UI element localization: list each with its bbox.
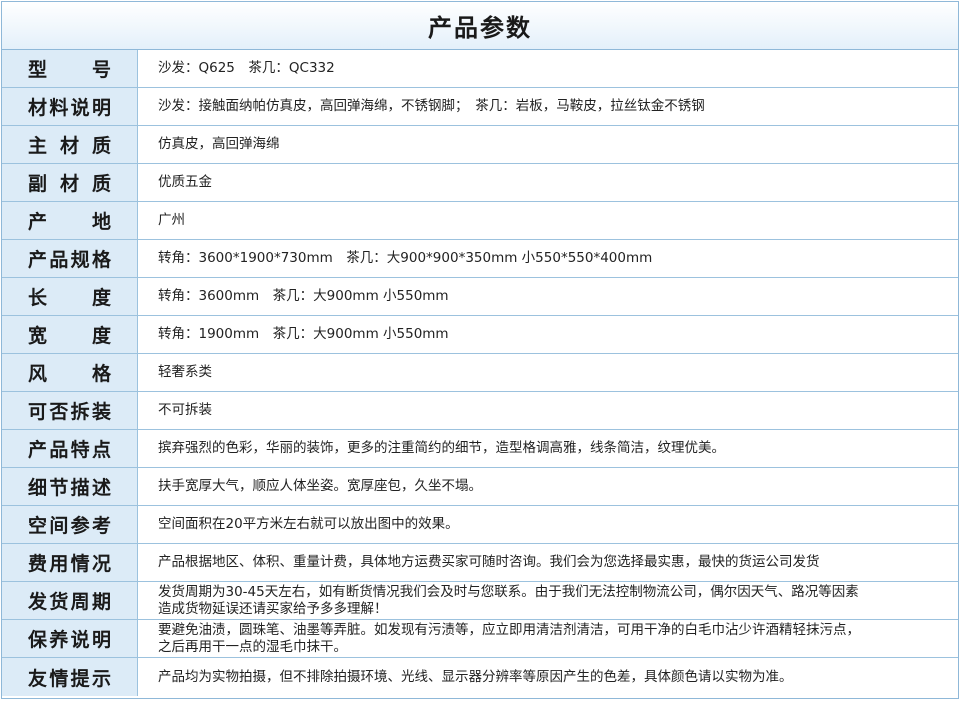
row-label: 细节描述 — [2, 468, 138, 505]
row-label-text: 友情提示 — [28, 667, 111, 690]
table-row: 产品规格 转角：3600*1900*730mm 茶几：大900*900*350mm… — [2, 240, 958, 278]
row-label-text: 费用情况 — [28, 553, 111, 575]
row-label: 型 号 — [2, 50, 138, 87]
row-value: 空间面积在20平方米左右就可以放出图中的效果。 — [158, 516, 459, 532]
table-row: 费用情况 产品根据地区、体积、重量计费，具体地方运费买家可随时咨询。我们会为您选择… — [2, 544, 958, 582]
row-label: 宽 度 — [2, 316, 138, 353]
row-value: 仿真皮，高回弹海绵 — [158, 136, 280, 152]
row-value: 广州 — [158, 212, 185, 228]
row-label-text: 保养说明 — [28, 629, 111, 651]
row-label: 主材质 — [2, 126, 138, 163]
row-value: 不可拆装 — [158, 402, 212, 418]
table-row: 发货周期 发货周期为30-45天左右，如有断货情况我们会及时与您联系。由于我们无法… — [2, 582, 958, 620]
row-label: 材料说明 — [2, 88, 138, 125]
row-label-text: 产品特点 — [28, 439, 111, 461]
table-row: 保养说明 要避免油渍，圆珠笔、油墨等弄脏。如发现有污渍等，应立即用清洁剂清洁，可用… — [2, 620, 958, 658]
table-row: 风 格 轻奢系类 — [2, 354, 958, 392]
row-value: 转角：1900mm 茶几：大900mm 小550mm — [158, 326, 449, 342]
table-row: 友情提示 产品均为实物拍摄，但不排除拍摄环境、光线、显示器分辨率等原因产生的色差，… — [2, 658, 958, 696]
table-row: 宽 度 转角：1900mm 茶几：大900mm 小550mm — [2, 316, 958, 354]
row-label: 长 度 — [2, 278, 138, 315]
row-label: 副材质 — [2, 164, 138, 201]
row-value: 沙发：Q625 茶几：QC332 — [158, 60, 335, 76]
table-row: 空间参考 空间面积在20平方米左右就可以放出图中的效果。 — [2, 506, 958, 544]
product-params-table: 产品参数 型 号 沙发：Q625 茶几：QC332 材料说明 沙发：接触面纳帕仿真皮，… — [1, 1, 959, 699]
row-label-text: 材料说明 — [28, 97, 111, 119]
table-row: 主材质 仿真皮，高回弹海绵 — [2, 126, 958, 164]
row-value: 优质五金 — [158, 174, 212, 190]
row-label-text: 可否拆装 — [28, 401, 111, 423]
row-value: 产品均为实物拍摄，但不排除拍摄环境、光线、显示器分辨率等原因产生的色差，具体颜色… — [158, 668, 793, 685]
row-value: 沙发：接触面纳帕仿真皮，高回弹海绵，不锈钢脚； 茶几：岩板，马鞍皮，拉丝钛金不锈… — [158, 98, 705, 114]
table-row: 可否拆装 不可拆装 — [2, 392, 958, 430]
row-label: 友情提示 — [2, 658, 138, 696]
table-row: 产 地 广州 — [2, 202, 958, 240]
table-row: 长 度 转角：3600mm 茶几：大900mm 小550mm — [2, 278, 958, 316]
row-label: 产品特点 — [2, 430, 138, 467]
row-value: 轻奢系类 — [158, 364, 212, 380]
row-value: 转角：3600mm 茶几：大900mm 小550mm — [158, 288, 449, 304]
row-label-text: 产 地 — [28, 211, 111, 233]
row-label-text: 宽 度 — [28, 325, 111, 347]
row-label-text: 细节描述 — [28, 477, 111, 499]
row-label-text: 副材质 — [28, 173, 111, 195]
row-label-text: 长 度 — [28, 287, 111, 309]
row-value: 转角：3600*1900*730mm 茶几：大900*900*350mm 小55… — [158, 250, 653, 266]
row-label: 发货周期 — [2, 582, 138, 619]
row-label: 保养说明 — [2, 620, 138, 657]
row-label-text: 发货周期 — [28, 591, 111, 613]
table-row: 副材质 优质五金 — [2, 164, 958, 202]
row-label: 产 地 — [2, 202, 138, 239]
row-label-text: 主材质 — [28, 135, 111, 157]
table-body: 型 号 沙发：Q625 茶几：QC332 材料说明 沙发：接触面纳帕仿真皮，高回弹海绵… — [2, 50, 958, 696]
row-label: 费用情况 — [2, 544, 138, 581]
row-value: 摈弃强烈的色彩，华丽的装饰，更多的注重简约的细节，造型格调高雅，线条简洁，纹理优… — [158, 440, 725, 456]
table-title: 产品参数 — [2, 2, 958, 50]
table-row: 型 号 沙发：Q625 茶几：QC332 — [2, 50, 958, 88]
table-row: 细节描述 扶手宽厚大气，顺应人体坐姿。宽厚座包，久坐不塌。 — [2, 468, 958, 506]
row-value: 扶手宽厚大气，顺应人体坐姿。宽厚座包，久坐不塌。 — [158, 478, 482, 494]
table-row: 产品特点 摈弃强烈的色彩，华丽的装饰，更多的注重简约的细节，造型格调高雅，线条简洁… — [2, 430, 958, 468]
row-value: 发货周期为30-45天左右，如有断货情况我们会及时与您联系。由于我们无法控制物流… — [158, 583, 859, 617]
row-label-text: 风 格 — [28, 363, 111, 385]
row-label: 可否拆装 — [2, 392, 138, 429]
row-label-text: 型 号 — [28, 59, 111, 81]
row-label-text: 产品规格 — [28, 249, 111, 271]
row-label: 风 格 — [2, 354, 138, 391]
row-label: 产品规格 — [2, 240, 138, 277]
row-value: 要避免油渍，圆珠笔、油墨等弄脏。如发现有污渍等，应立即用清洁剂清洁，可用干净的白… — [158, 621, 860, 655]
row-label: 空间参考 — [2, 506, 138, 543]
row-label-text: 空间参考 — [28, 515, 111, 537]
table-row: 材料说明 沙发：接触面纳帕仿真皮，高回弹海绵，不锈钢脚； 茶几：岩板，马鞍皮，拉丝… — [2, 88, 958, 126]
row-value: 产品根据地区、体积、重量计费，具体地方运费买家可随时咨询。我们会为您选择最实惠，… — [158, 554, 820, 570]
